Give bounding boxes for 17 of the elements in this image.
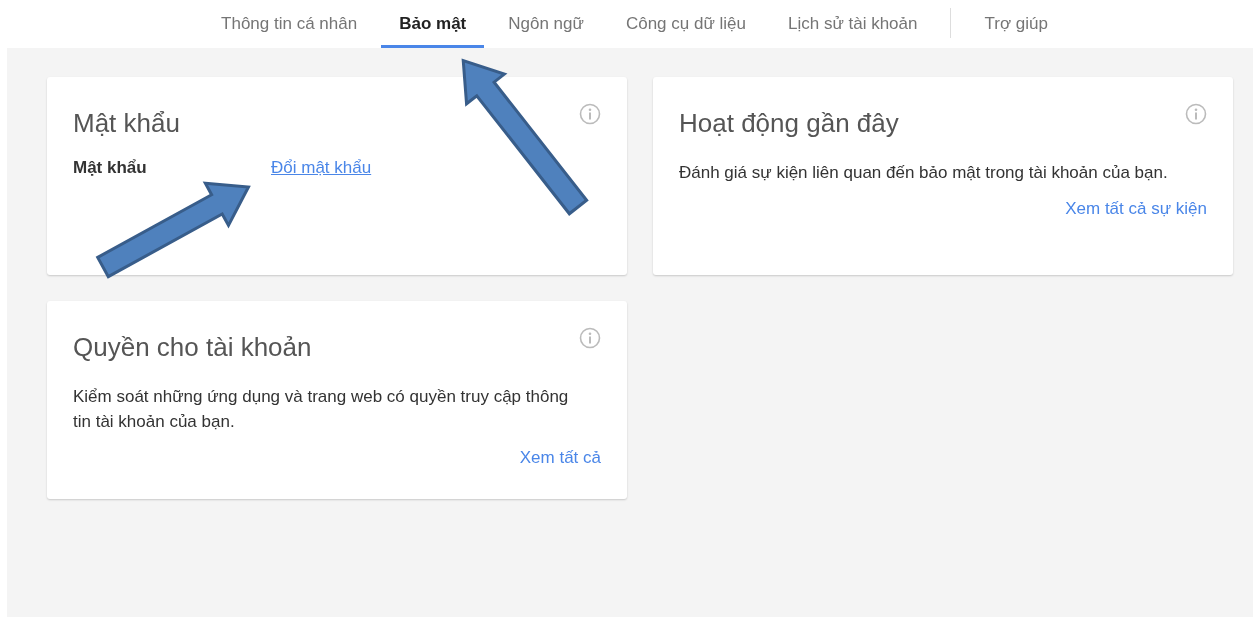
info-icon[interactable] xyxy=(579,103,601,125)
info-icon[interactable] xyxy=(579,327,601,349)
nav-tab[interactable]: Thông tin cá nhân xyxy=(203,0,376,48)
card-title: Quyền cho tài khoản xyxy=(73,331,312,364)
card-description: Kiểm soát những ứng dụng và trang web có quyền truy cập thông tin tài khoản của bạn. xyxy=(73,386,570,433)
row-label: Mật khẩu xyxy=(73,158,148,178)
card-title: Mật khẩu xyxy=(73,107,180,140)
nav-tab[interactable]: Ngôn ngữ xyxy=(490,0,602,48)
info-icon[interactable] xyxy=(1185,103,1207,125)
view-all-link[interactable]: Xem tất cả xyxy=(519,448,601,468)
card-description: Đánh giá sự kiện liên quan đến bảo mật trong tài khoản của bạn. xyxy=(679,162,1169,184)
change-password-link[interactable]: Đổi mật khẩu xyxy=(271,158,372,178)
help-link[interactable]: Trợ giúp xyxy=(966,0,1066,48)
view-all-link[interactable]: Xem tất cả sự kiện xyxy=(1065,199,1207,219)
card-title: Hoạt động gần đây xyxy=(679,107,899,140)
nav-tab[interactable]: Công cụ dữ liệu xyxy=(607,0,764,48)
nav-tab[interactable]: Lịch sử tài khoản xyxy=(769,0,936,48)
